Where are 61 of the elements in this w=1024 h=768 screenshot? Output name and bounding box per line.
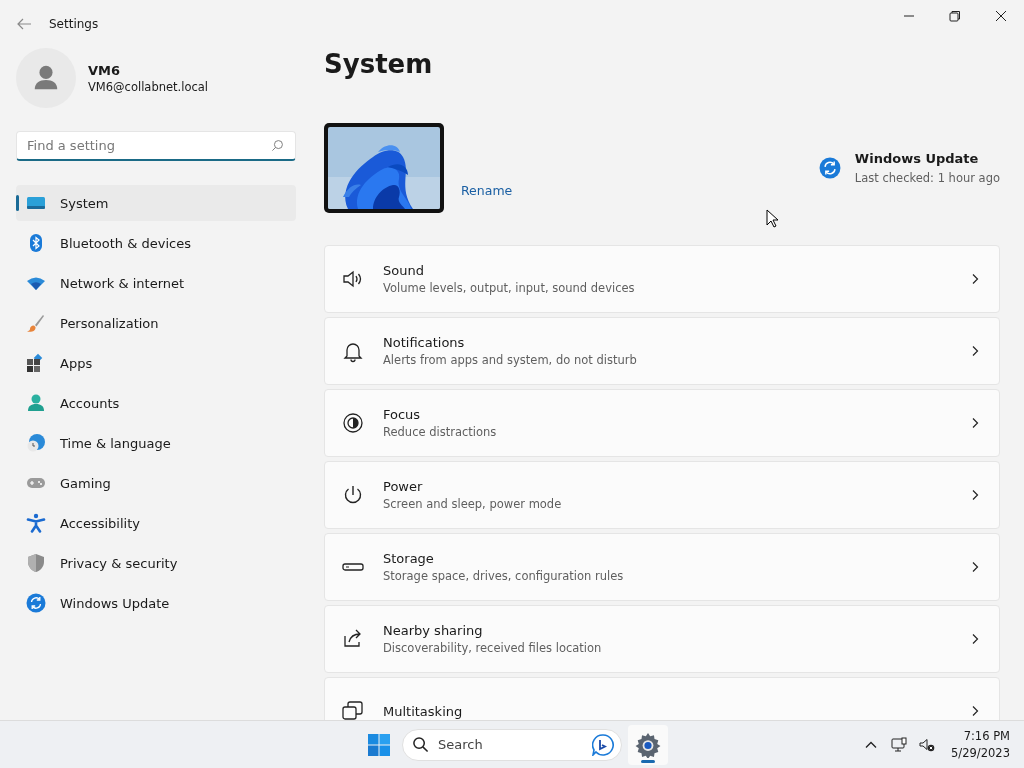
focus-icon xyxy=(341,411,365,435)
settings-card[interactable]: Storage Storage space, drives, configuration rules xyxy=(324,533,1000,601)
speaker-muted-icon[interactable] xyxy=(919,736,936,753)
taskbar-search-field[interactable]: Search xyxy=(402,728,622,761)
windows-logo-icon xyxy=(367,732,391,757)
card-title: Storage xyxy=(383,551,435,566)
card-subtitle: Alerts from apps and system, do not disturb xyxy=(383,353,638,367)
person-icon xyxy=(26,393,46,413)
card-title: Power xyxy=(383,479,424,494)
sidebar-item[interactable]: Privacy & security xyxy=(16,545,296,581)
gear-icon xyxy=(635,731,661,758)
network-monitor-icon[interactable] xyxy=(891,736,908,753)
globe-clock-icon xyxy=(26,433,46,453)
update-title[interactable]: Windows Update xyxy=(854,151,1000,166)
card-subtitle: Screen and sleep, power mode xyxy=(383,497,563,511)
card-subtitle: Reduce distractions xyxy=(383,425,498,439)
sidebar-item[interactable]: Accessibility xyxy=(16,505,296,541)
sidebar-item[interactable]: System xyxy=(16,185,296,221)
paintbrush-icon xyxy=(26,313,46,333)
settings-card[interactable]: Power Screen and sleep, power mode xyxy=(324,461,1000,529)
search-icon xyxy=(271,139,284,152)
account-name: VM6 xyxy=(88,62,122,78)
card-subtitle: Volume levels, output, input, sound devices xyxy=(383,281,636,295)
sidebar-item[interactable]: Time & language xyxy=(16,425,296,461)
sidebar-item[interactable]: Network & internet xyxy=(16,265,296,301)
card-title: Nearby sharing xyxy=(383,623,484,638)
clock-date[interactable]: 5/29/2023 xyxy=(951,746,1010,760)
sidebar-item[interactable]: Gaming xyxy=(16,465,296,501)
windows-stack-icon xyxy=(341,699,365,720)
sidebar-item[interactable]: Personalization xyxy=(16,305,296,341)
restore-icon xyxy=(949,10,961,22)
settings-card[interactable]: Notifications Alerts from apps and system, do not disturb xyxy=(324,317,1000,385)
card-subtitle: Storage space, drives, configuration rules xyxy=(383,569,625,583)
search-icon xyxy=(412,735,429,753)
mouse-cursor-icon xyxy=(766,209,779,228)
settings-card[interactable]: Multitasking xyxy=(324,677,1000,720)
update-status: Last checked: 1 hour ago xyxy=(854,171,1000,185)
card-subtitle: Discoverability, received files location xyxy=(383,641,603,655)
rename-link[interactable]: Rename xyxy=(461,183,513,198)
setting-search-field[interactable]: Find a setting xyxy=(16,131,296,161)
sidebar-item[interactable]: Windows Update xyxy=(16,585,296,621)
page-title: System xyxy=(324,48,434,80)
sidebar-item[interactable]: Bluetooth & devices xyxy=(16,225,296,261)
close-icon xyxy=(995,10,1007,22)
sync-icon xyxy=(26,593,46,613)
settings-card[interactable]: Nearby sharing Discoverability, received files location xyxy=(324,605,1000,673)
accessibility-icon xyxy=(26,513,46,533)
account-email: VM6@collabnet.local xyxy=(88,79,209,94)
settings-card[interactable]: Focus Reduce distractions xyxy=(324,389,1000,457)
card-title: Notifications xyxy=(383,335,466,350)
window-title: Settings xyxy=(49,17,99,31)
taskbar-app[interactable] xyxy=(628,724,668,765)
sync-icon[interactable] xyxy=(818,157,841,179)
card-title: Focus xyxy=(383,407,422,422)
card-title: Sound xyxy=(383,263,425,278)
sidebar-item[interactable]: Apps xyxy=(16,345,296,381)
settings-card[interactable]: Sound Volume levels, output, input, sound devices xyxy=(324,245,1000,313)
shield-icon xyxy=(26,553,46,573)
card-title: Multitasking xyxy=(383,703,464,719)
sidebar-item[interactable]: Accounts xyxy=(16,385,296,421)
clock-time[interactable]: 7:16 PM xyxy=(963,729,1010,743)
